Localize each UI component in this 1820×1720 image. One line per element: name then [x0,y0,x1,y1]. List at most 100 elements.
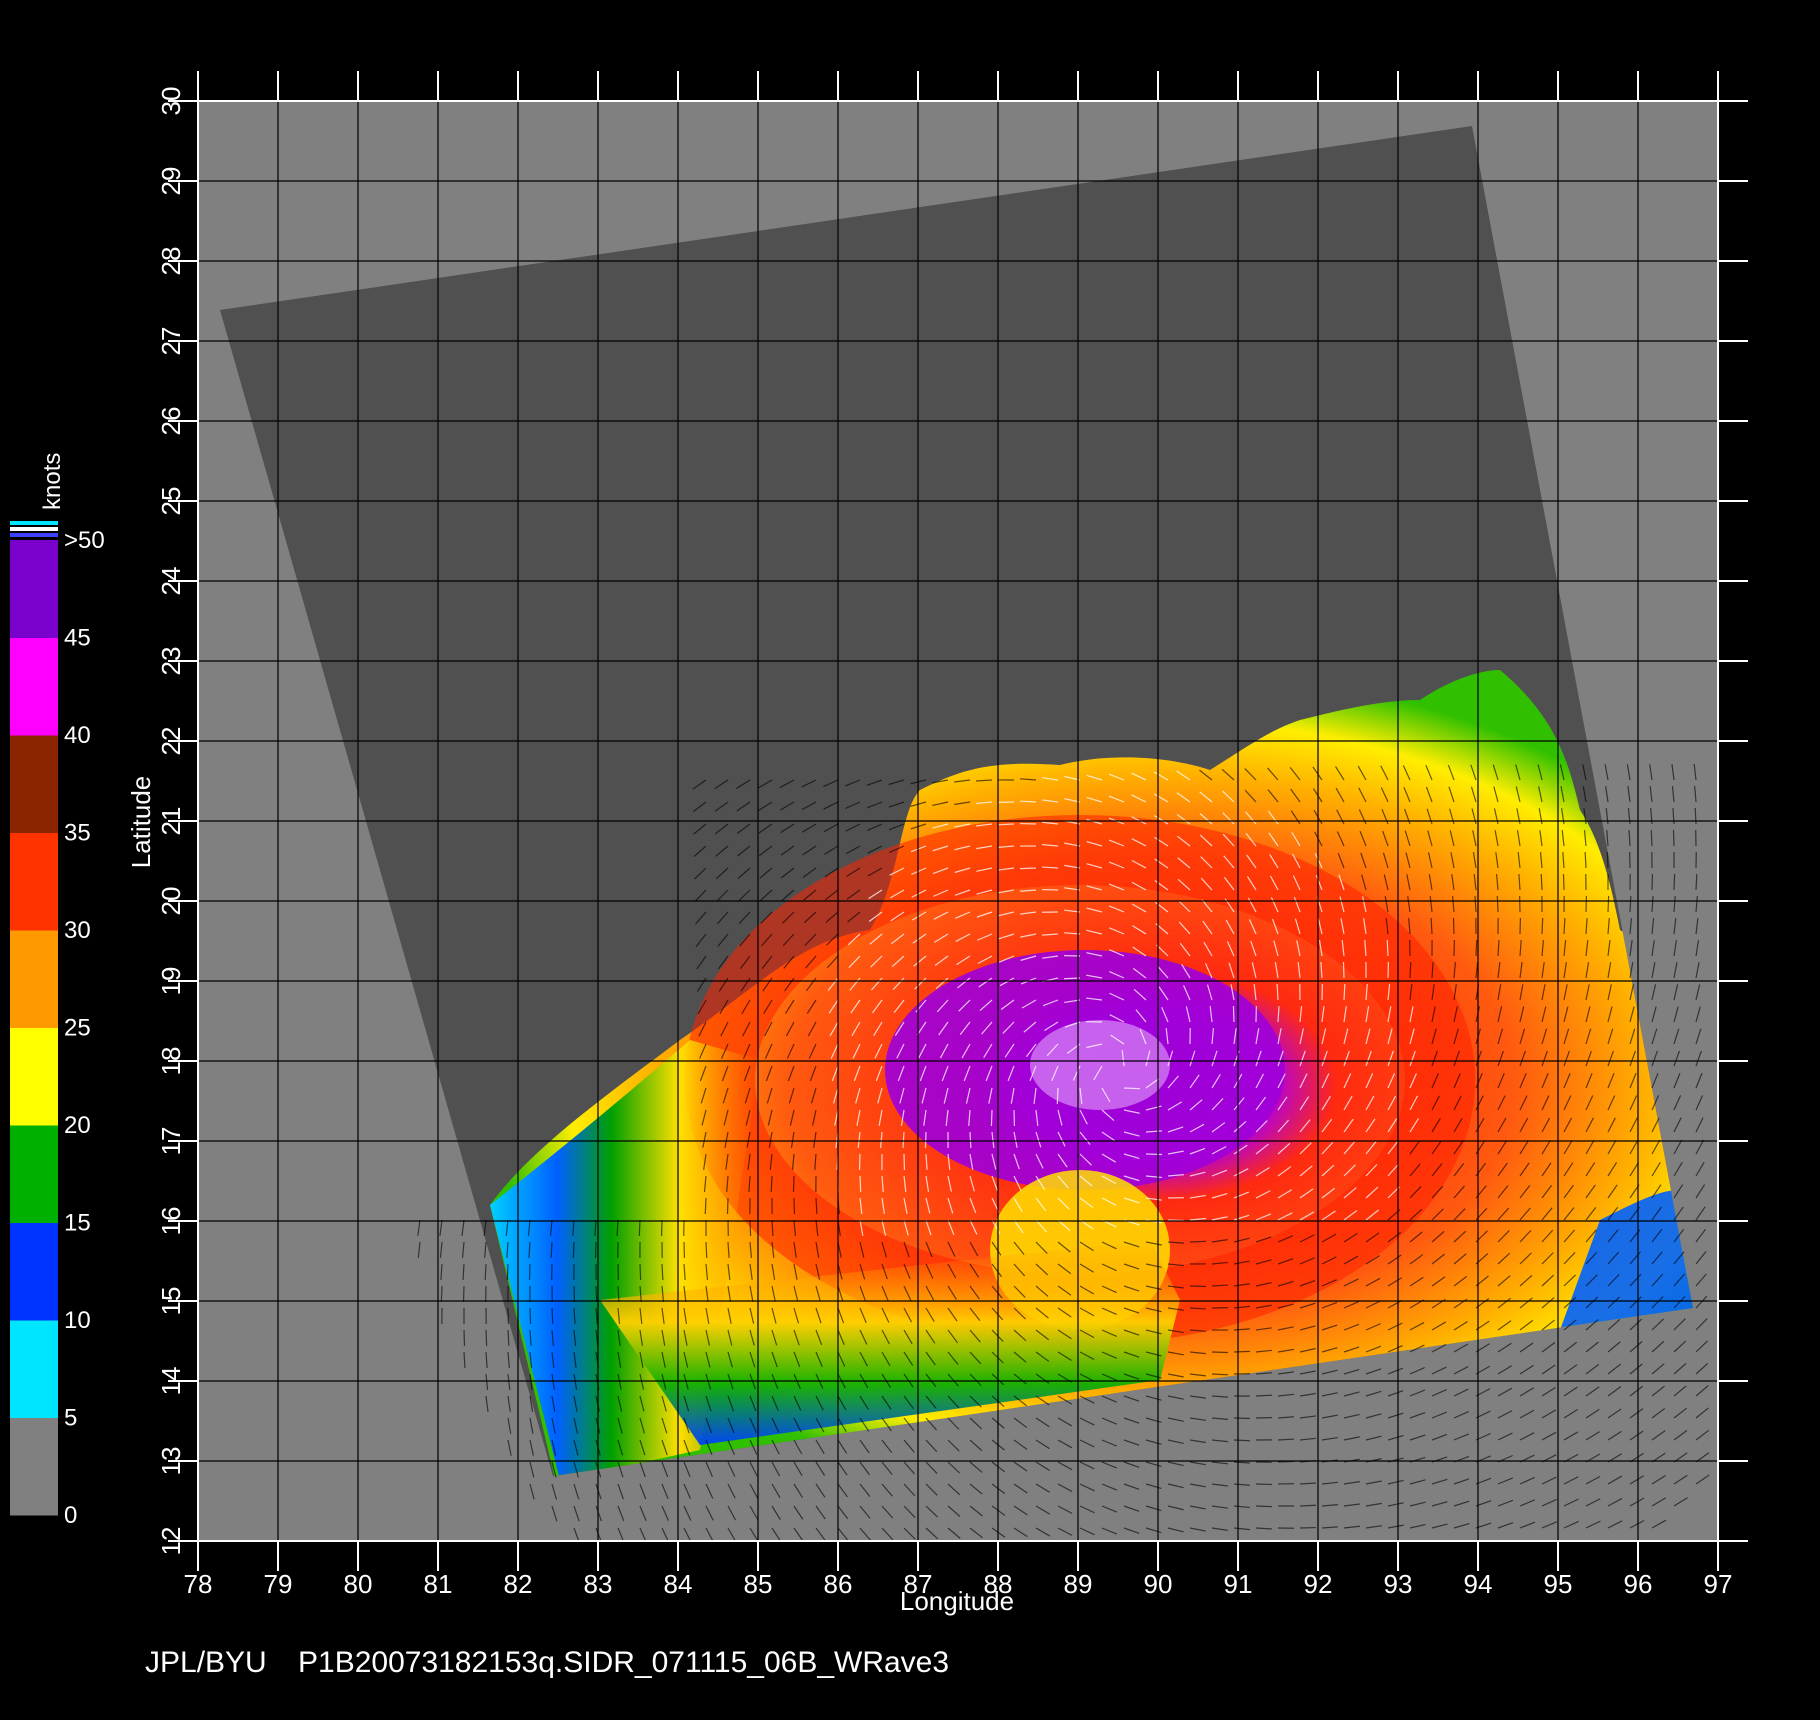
lat-tick-label: 21 [156,807,186,836]
lon-tick-label: 84 [664,1569,693,1599]
colorbar-label: >50 [64,527,105,554]
colorbar: knots 0 5 10 15 20 25 30 35 40 45 >50 [10,453,105,1529]
wind-barb [1695,873,1698,891]
wind-barb [1342,961,1345,979]
colorbar-unit: knots [39,453,66,510]
wind-barb [770,1175,773,1193]
colorbar-swatch [10,1027,58,1126]
lon-tick-label: 81 [424,1569,453,1599]
storm-eye [1030,1020,1170,1110]
colorbar-label: 30 [64,917,91,944]
wind-barb [1019,867,1037,870]
lon-tick-label: 79 [264,1569,293,1599]
wind-barb [551,1307,554,1325]
colorbar-label: 10 [64,1307,91,1334]
wind-barb [924,1131,927,1149]
wind-map-figure: 78 79 80 81 82 83 84 85 86 87 88 89 90 91 92 93 94 95 96 97… [10,71,1748,1679]
colorbar-label: 0 [64,1502,77,1529]
lat-tick-label: 27 [156,327,186,356]
colorbar-swatch [10,1222,58,1321]
lon-tick-label: 82 [504,1569,533,1599]
lon-tick-label: 91 [1224,1569,1253,1599]
lon-tick-label: 85 [744,1569,773,1599]
colorbar-swatch [10,735,58,833]
lon-tick-label: 83 [584,1569,613,1599]
colorbar-swatch [10,637,58,736]
colorbar-label: 40 [64,722,91,749]
lon-tick-label: 96 [1624,1569,1653,1599]
lat-tick-label: 16 [156,1207,186,1236]
colorbar-labels: 0 5 10 15 20 25 30 35 40 45 >50 [64,527,105,1529]
colorbar-top-stripe-3 [10,533,58,537]
wind-barb [1255,1394,1273,1397]
wind-barb [1255,1505,1273,1508]
lat-tick-label: 17 [156,1127,186,1156]
wind-barb [1650,829,1653,847]
wind-barb [990,1109,993,1127]
colorbar-swatch [10,1417,58,1516]
wind-barb [1629,895,1632,913]
lat-tick-label: 28 [156,247,186,276]
wind-barb [704,1197,707,1215]
lat-tick-label: 26 [156,407,186,436]
colorbar-label: 35 [64,820,91,847]
wind-barb [749,1219,752,1237]
colorbar-label: 45 [64,625,91,652]
lat-tick-label: 30 [156,87,186,116]
lat-tick-label: 13 [156,1447,186,1476]
lon-tick-label: 94 [1464,1569,1493,1599]
wind-barb [550,1241,553,1259]
lon-tick-label: 78 [184,1569,213,1599]
lat-tick-label: 22 [156,727,186,756]
wind-barb [1233,1350,1251,1353]
wind-barb [638,1219,641,1237]
lat-tick-label: 24 [156,567,186,596]
wind-barb [1672,829,1675,847]
wind-barb [1233,1439,1251,1442]
y-axis-title: Latitude [126,776,156,869]
wind-barb [572,1241,575,1259]
colorbar-label: 15 [64,1210,91,1237]
lat-tick-label: 19 [156,967,186,996]
colorbar-swatch [10,930,58,1028]
footer-product-id: P1B20073182153q.SIDR_071115_06B_WRave3 [298,1646,949,1679]
wind-barb [440,1285,443,1303]
wind-barb [529,1307,532,1325]
wind-barb [997,823,1015,826]
wind-barb [859,1175,862,1193]
wind-barb [1540,873,1543,891]
wind-barb [1606,851,1609,869]
lon-tick-label: 89 [1064,1569,1093,1599]
lat-tick-label: 12 [156,1527,186,1556]
colorbar-top-stripe-2 [10,527,58,531]
wind-barb [1056,1087,1059,1105]
colorbar-blocks [10,540,58,1516]
wind-barb [858,1153,861,1171]
wind-barb [969,1131,972,1149]
colorbar-swatch [10,832,58,931]
wind-barb [1299,1504,1317,1507]
colorbar-label: 20 [64,1112,91,1139]
lat-tick-label: 23 [156,647,186,676]
wind-barb [1232,1005,1235,1023]
colorbar-label: 5 [64,1405,77,1432]
colorbar-swatch [10,540,58,638]
wind-barb [1409,961,1412,979]
wind-barb [484,1263,487,1281]
wind-barb [1145,1153,1163,1156]
colorbar-swatch [10,1320,58,1418]
footer-credit: JPL/BYU [145,1646,267,1679]
wind-barb [1211,1373,1229,1376]
lat-tick-label: 15 [156,1287,186,1316]
wind-barb [1562,873,1565,891]
wind-barb [506,1263,509,1281]
wind-barb [1496,895,1499,913]
colorbar-top-stripe-1 [10,521,58,525]
lon-tick-label: 95 [1544,1569,1573,1599]
wind-barb [705,1241,708,1259]
colorbar-swatch [10,1125,58,1223]
lat-tick-label: 29 [156,167,186,196]
wind-barb [1475,939,1478,957]
wind-barb [1452,917,1455,935]
lon-tick-label: 86 [824,1569,853,1599]
